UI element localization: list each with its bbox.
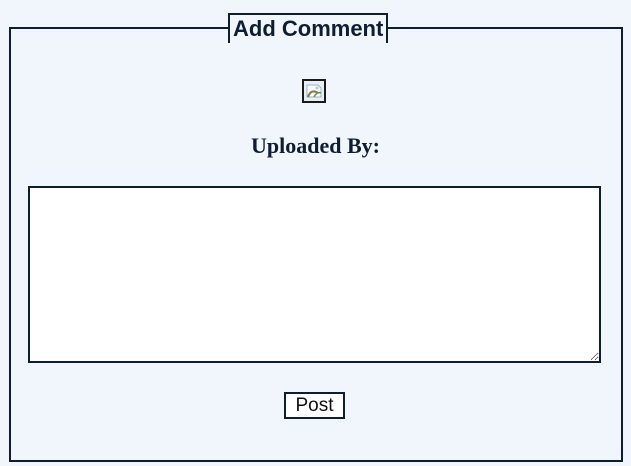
uploaded-by-label: Uploaded By: (251, 133, 380, 158)
comment-textarea[interactable] (28, 186, 601, 363)
image-placeholder-graphic (304, 81, 324, 101)
broken-image-icon (302, 79, 326, 103)
post-button[interactable]: Post (284, 392, 345, 419)
panel-title: Add Comment (228, 13, 389, 43)
